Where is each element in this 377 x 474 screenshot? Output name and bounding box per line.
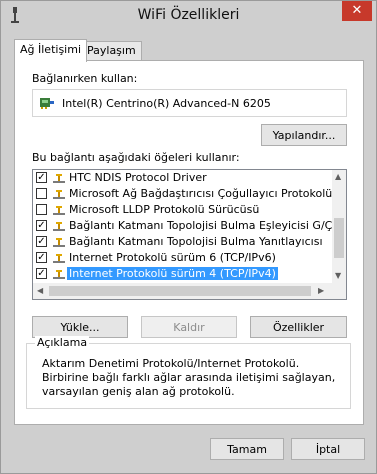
protocol-icon: [53, 221, 65, 231]
scroll-right-arrow-icon[interactable]: ▶: [318, 286, 324, 295]
item-label: Internet Protokolü sürüm 4 (TCP/IPv4): [67, 267, 278, 280]
list-item[interactable]: Microsoft LLDP Protokolü Sürücüsü: [33, 202, 333, 218]
item-label: Microsoft Ağ Bağdaştırıcısı Çoğullayıcı …: [69, 187, 333, 200]
component-list[interactable]: ✓ HTC NDIS Protocol Driver Microsoft Ağ …: [32, 169, 347, 300]
properties-button[interactable]: Özellikler: [250, 316, 347, 338]
horizontal-scrollbar[interactable]: ◀ ▶: [33, 283, 346, 299]
list-item[interactable]: ✓ HTC NDIS Protocol Driver: [33, 170, 333, 186]
tab-panel: Bağlanırken kullan: Intel(R) Centrino(R)…: [14, 60, 364, 425]
items-label: Bu bağlantı aşağıdaki öğeleri kullanır:: [32, 151, 240, 164]
uninstall-button[interactable]: Kaldır: [141, 316, 237, 338]
item-checkbox[interactable]: ✓: [36, 220, 47, 231]
horizontal-scroll-thumb[interactable]: [49, 286, 311, 296]
protocol-icon: [53, 205, 65, 215]
scroll-left-arrow-icon[interactable]: ◀: [37, 286, 43, 295]
adapter-box: Intel(R) Centrino(R) Advanced-N 6205: [32, 89, 347, 117]
item-label: Internet Protokolü sürüm 6 (TCP/IPv6): [69, 251, 276, 264]
list-item[interactable]: Microsoft Ağ Bağdaştırıcısı Çoğullayıcı …: [33, 186, 333, 202]
list-item[interactable]: ✓ Internet Protokolü sürüm 6 (TCP/IPv6): [33, 250, 333, 266]
list-item[interactable]: ✓ Bağlantı Katmanı Topolojisi Bulma Eşle…: [33, 218, 346, 234]
list-item[interactable]: ✓ Bağlantı Katmanı Topolojisi Bulma Yanı…: [33, 234, 333, 250]
item-label: Bağlantı Katmanı Topolojisi Bulma Eşleyi…: [69, 219, 347, 232]
description-title: Açıklama: [35, 336, 90, 349]
ok-button[interactable]: Tamam: [210, 438, 284, 460]
item-checkbox[interactable]: ✓: [36, 172, 47, 183]
protocol-icon: [53, 237, 65, 247]
protocol-icon: [53, 173, 65, 183]
connect-using-label: Bağlanırken kullan:: [32, 72, 138, 85]
item-checkbox[interactable]: [36, 204, 47, 215]
tab-networking[interactable]: Ağ İletişimi: [14, 39, 87, 62]
tab-sharing[interactable]: Paylaşım: [81, 41, 142, 60]
adapter-name: Intel(R) Centrino(R) Advanced-N 6205: [62, 97, 271, 110]
item-checkbox[interactable]: ✓: [36, 236, 47, 247]
item-checkbox[interactable]: [36, 188, 47, 199]
vertical-scroll-thumb[interactable]: [334, 218, 344, 258]
configure-button[interactable]: Yapılandır...: [261, 124, 347, 146]
item-checkbox[interactable]: ✓: [36, 252, 47, 263]
close-button[interactable]: ✕: [342, 1, 372, 21]
install-button[interactable]: Yükle...: [32, 316, 128, 338]
description-group: Açıklama Aktarım Denetimi Protokolü/Inte…: [26, 336, 351, 409]
protocol-icon: [53, 253, 65, 263]
vertical-scrollbar[interactable]: ▲ ▼: [332, 170, 346, 283]
description-text: Aktarım Denetimi Protokolü/Internet Prot…: [42, 357, 336, 398]
wifi-properties-window: WiFi Özellikleri ✕ Ağ İletişimi Paylaşım…: [0, 0, 377, 474]
cancel-button[interactable]: İptal: [291, 438, 365, 460]
item-label: Bağlantı Katmanı Topolojisi Bulma Yanıtl…: [69, 235, 323, 248]
item-label: HTC NDIS Protocol Driver: [69, 171, 207, 184]
scroll-down-arrow-icon[interactable]: ▼: [335, 271, 341, 280]
protocol-icon: [53, 269, 65, 279]
list-item-selected[interactable]: ✓ Internet Protokolü sürüm 4 (TCP/IPv4): [33, 266, 333, 282]
title-bar[interactable]: WiFi Özellikleri ✕: [1, 1, 376, 31]
item-checkbox[interactable]: ✓: [36, 268, 47, 279]
scroll-up-arrow-icon[interactable]: ▲: [335, 172, 341, 181]
network-adapter-icon: [39, 96, 55, 110]
item-label: Microsoft LLDP Protokolü Sürücüsü: [69, 203, 260, 216]
window-title: WiFi Özellikleri: [137, 7, 240, 23]
protocol-icon: [53, 189, 65, 199]
